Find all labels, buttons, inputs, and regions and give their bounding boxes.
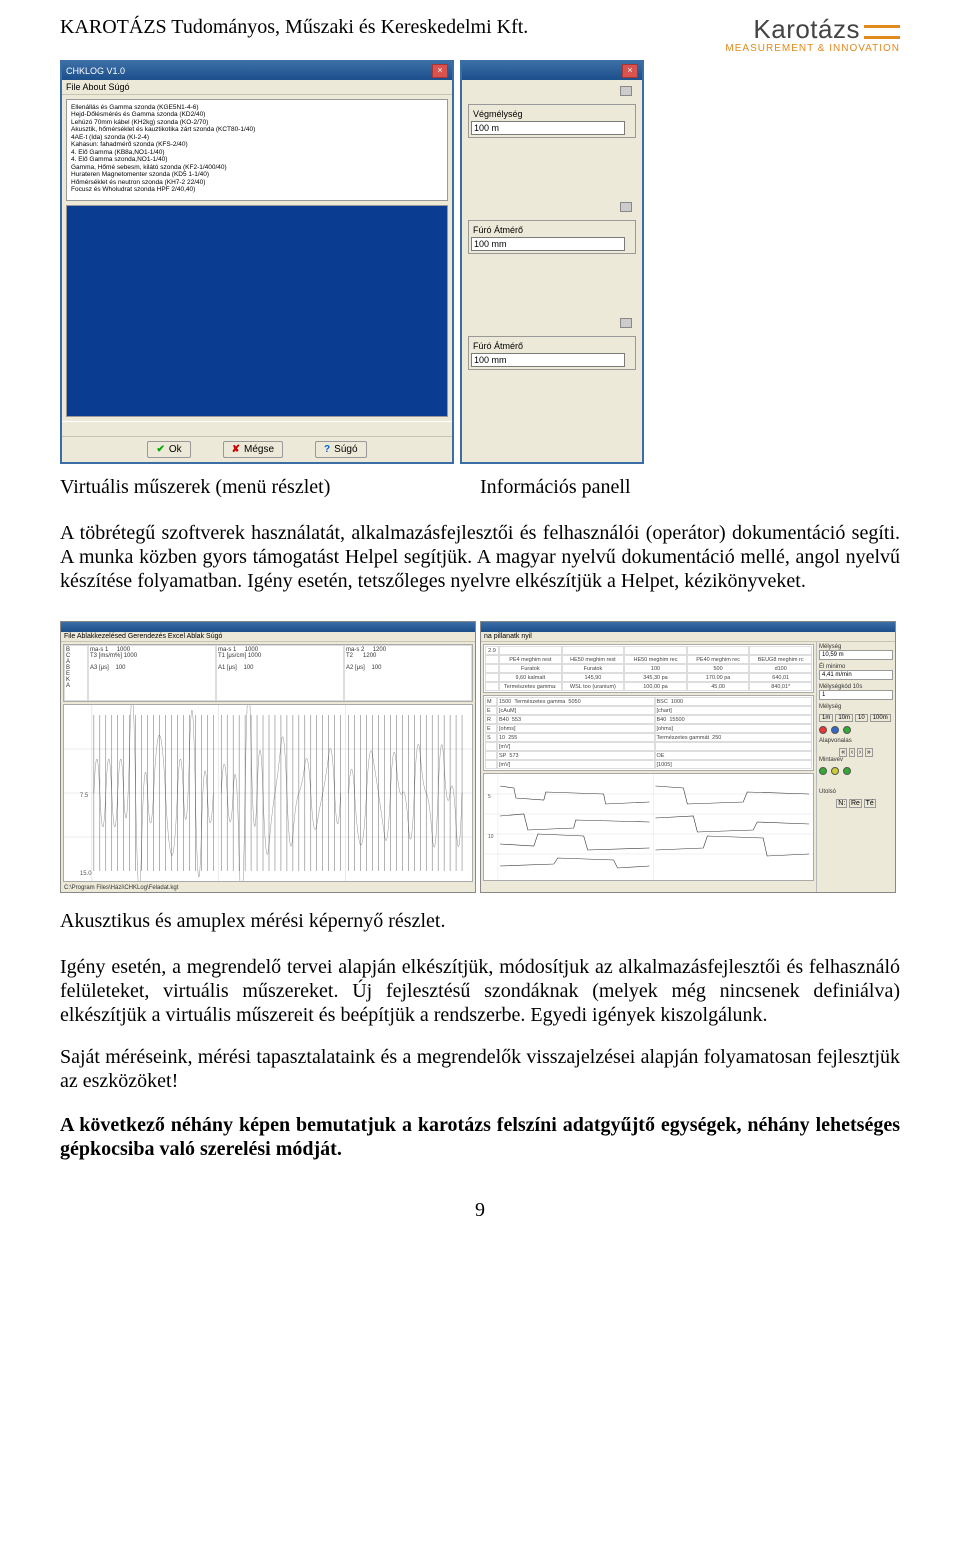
col-letter: BCABEKA: [64, 645, 88, 701]
status-bar: C:\Program Files\Házi\CHKLog\Feladat.kgt: [61, 884, 475, 892]
cancel-button[interactable]: ✘Mégse: [223, 441, 283, 458]
depth-section: Mélység: [819, 704, 893, 710]
baseline-section: Alapvonalas: [819, 738, 893, 744]
caption-left: Virtuális műszerek (menü részlet): [60, 476, 450, 499]
nav-first-icon[interactable]: «: [839, 748, 847, 757]
instrument-list[interactable]: Ellenállás és Gamma szonda (KGE5N1-4-6) …: [66, 99, 448, 201]
caption-2: Akusztikus és amuplex mérési képernyő ré…: [60, 909, 900, 933]
diameter2-label: Fúró Átmérő: [471, 339, 633, 353]
sample-section: Mintavev: [819, 757, 893, 763]
check-icon: ✔: [156, 444, 164, 455]
list-item[interactable]: Hurateren Magnetomenter szonda (KD5 1-1/…: [71, 171, 443, 178]
depth-value: 10,59 m: [819, 650, 893, 660]
scale-button[interactable]: 10: [855, 714, 868, 722]
rate-value: 4,41 m/min: [819, 670, 893, 680]
svg-text:5: 5: [488, 794, 491, 800]
status-bar: [62, 421, 452, 436]
scale-button[interactable]: 10m: [835, 714, 853, 722]
window-title: CHKLOG V1.0: [66, 66, 125, 76]
window-virtual-instruments: CHKLOG V1.0 × File About Súgó Ellenállás…: [60, 60, 454, 464]
menubar[interactable]: na pillanatk nyil: [481, 632, 895, 642]
code-value: 1: [819, 690, 893, 700]
led-icon: [831, 767, 839, 775]
question-icon: ?: [324, 444, 330, 455]
diameter-label: Fúró Átmérő: [471, 223, 633, 237]
led-icon: [843, 767, 851, 775]
paragraph-1: A töbrétegű szoftverek használatát, alka…: [60, 521, 900, 593]
logo-subtitle: MEASUREMENT & INNOVATION: [725, 44, 900, 54]
logo: Karotázs MEASUREMENT & INNOVATION: [725, 16, 900, 54]
waveform-plot: 7.5 15.0: [63, 704, 473, 882]
window-info-panel: × Végmélység Fúró Átmérő Fúró Átmérő: [460, 60, 644, 464]
svg-text:15.0: 15.0: [80, 871, 92, 877]
scale-button[interactable]: 100m: [870, 714, 891, 722]
side-panel: Mélység 10,59 m Él minimo 4,41 m/min Mél…: [816, 642, 895, 892]
list-item[interactable]: Gamma, Hőmé sebesm, kilátó szonda (KF2-1…: [71, 164, 443, 171]
nav-next-icon[interactable]: ›: [857, 748, 863, 757]
channel-header: 2.9 PE4 meghim restHE50 meghim restHE50 …: [483, 644, 814, 693]
window-acoustic: File Ablakkezelésed Gerendezés Excel Abl…: [60, 621, 476, 893]
titlebar: [481, 622, 895, 632]
col3: ma-s 2 1200T2 1200A2 [μs] 100: [344, 645, 472, 701]
list-item[interactable]: Kahasun: fahadmérő szonda (KFS-2/40): [71, 141, 443, 148]
paragraph-bold: A következő néhány képen bemutatjuk a ka…: [60, 1113, 900, 1161]
page-number: 9: [60, 1199, 900, 1222]
close-icon[interactable]: ×: [432, 64, 448, 78]
logo-lines-icon: [864, 25, 900, 39]
nav-button[interactable]: N:: [836, 799, 847, 808]
titlebar: CHKLOG V1.0 ×: [62, 62, 452, 80]
led-icon: [831, 726, 839, 734]
caption-right: Információs panell: [450, 476, 631, 499]
list-item[interactable]: Ellenállás és Gamma szonda (KGE5N1-4-6): [71, 104, 443, 111]
list-item[interactable]: Hőmérséklet és neutron szonda (KH7-2 22/…: [71, 179, 443, 186]
cross-icon: ✘: [232, 444, 240, 455]
log-plot: 5 10: [483, 773, 814, 881]
panel-fold[interactable]: [468, 86, 636, 100]
nav-prev-icon[interactable]: ‹: [849, 748, 855, 757]
nav-button[interactable]: Té: [864, 799, 876, 808]
depth-label: Végmélység: [471, 107, 633, 121]
led-icon: [819, 767, 827, 775]
list-item[interactable]: 4. Elő Gamma szonda,NO1-1/40): [71, 156, 443, 163]
menubar[interactable]: File About Súgó: [62, 80, 452, 95]
company-name: KAROTÁZS Tudományos, Műszaki és Keresked…: [60, 16, 528, 39]
led-icon: [843, 726, 851, 734]
col1: ma-s 1 1000T3 [ms/m%] 1000A3 [μs] 100: [88, 645, 216, 701]
depth-input[interactable]: [471, 121, 625, 135]
led-icon: [819, 726, 827, 734]
diameter2-input[interactable]: [471, 353, 625, 367]
svg-text:10: 10: [488, 834, 494, 840]
preview-area: [66, 205, 448, 417]
col2: ma-s 1 1000T1 [μs/cm] 1000A1 [μs] 100: [216, 645, 344, 701]
paragraph-2: Igény esetén, a megrendelő tervei alapjá…: [60, 955, 900, 1027]
data-header: M1500 Természetes gamma 5050BSC 1000 E[c…: [483, 695, 814, 771]
diameter-input[interactable]: [471, 237, 625, 251]
panel-fold[interactable]: [468, 318, 636, 332]
panel-fold[interactable]: [468, 202, 636, 216]
list-item[interactable]: 4. Elő Gamma (KB8a,NO1-1/40): [71, 149, 443, 156]
close-icon[interactable]: ×: [622, 64, 638, 78]
svg-text:7.5: 7.5: [80, 793, 89, 799]
last-label: Utolsó: [819, 789, 893, 795]
window-amuplex: na pillanatk nyil 2.9 PE4 meghim restHE5…: [480, 621, 896, 893]
titlebar: [61, 622, 475, 632]
list-item[interactable]: 4AE-t (Ida) szonda (KI-2-4): [71, 134, 443, 141]
help-button[interactable]: ?Súgó: [315, 441, 366, 458]
nav-button[interactable]: Re: [849, 799, 862, 808]
list-item[interactable]: Hejd-Dőlésmérés és Gamma szonda (KD2/40): [71, 111, 443, 118]
scale-button[interactable]: 1m: [819, 714, 833, 722]
paragraph-3: Saját méréseink, mérési tapasztalataink …: [60, 1045, 900, 1093]
list-item[interactable]: Lehúzó 70mm kábel (KH2kg) szonda (KO-2/7…: [71, 119, 443, 126]
status-bar: [481, 883, 816, 885]
ok-button[interactable]: ✔Ok: [147, 441, 190, 458]
track-header: BCABEKA ma-s 1 1000T3 [ms/m%] 1000A3 [μs…: [63, 644, 473, 702]
menubar[interactable]: File Ablakkezelésed Gerendezés Excel Abl…: [61, 632, 475, 642]
list-item[interactable]: Akusztik, hőmérséklet és kauztikotika zá…: [71, 126, 443, 133]
logo-word: Karotázs: [753, 14, 860, 44]
list-item[interactable]: Focusz és Wholudrat szonda HPF 2/40,40): [71, 186, 443, 193]
nav-last-icon[interactable]: »: [865, 748, 873, 757]
titlebar: ×: [462, 62, 642, 80]
